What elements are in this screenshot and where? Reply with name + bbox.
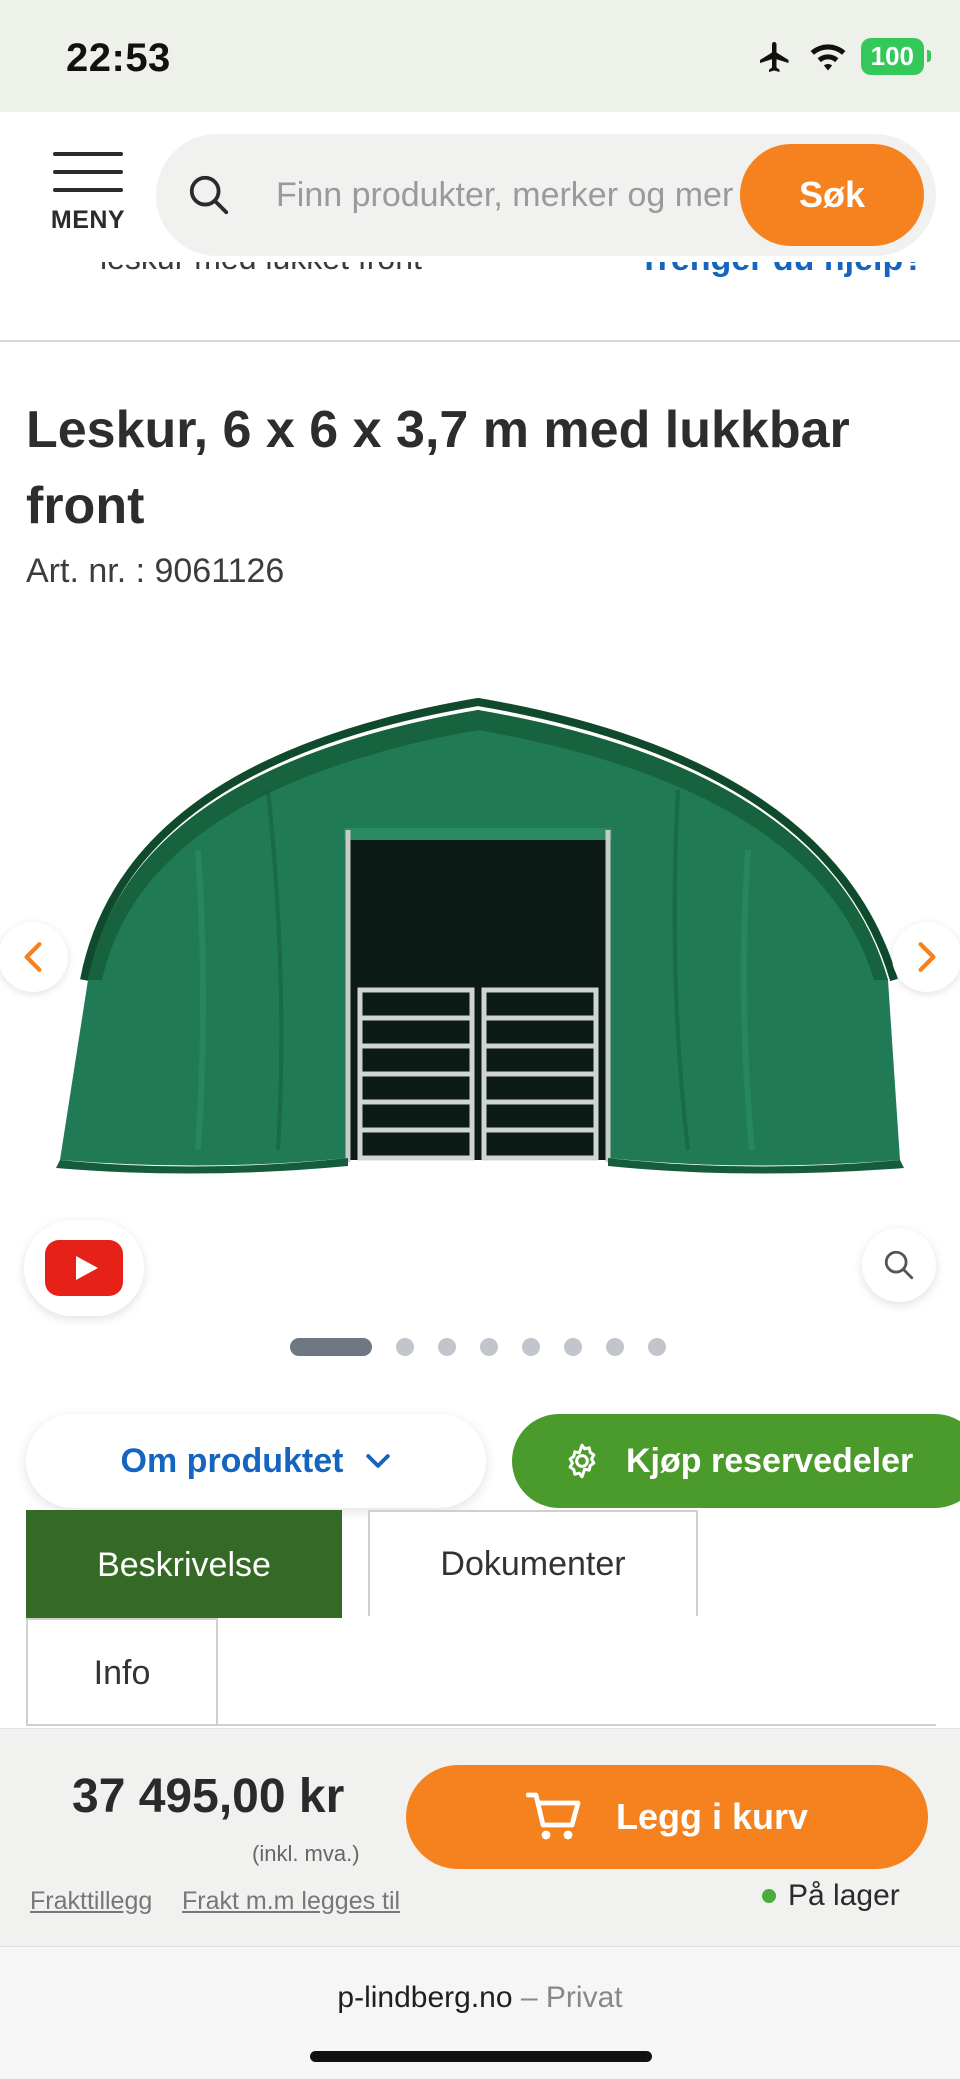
browser-url-bar[interactable]: p-lindberg.no – Privat [0, 1946, 960, 2079]
search-input[interactable] [276, 162, 796, 228]
freight-info-link[interactable]: Frakt m.m legges til [182, 1887, 400, 1916]
wifi-icon [810, 43, 846, 70]
vat-note: (inkl. mva.) [252, 1841, 360, 1866]
home-indicator [310, 2051, 652, 2062]
menu-button[interactable]: MENY [48, 152, 128, 242]
chevron-left-icon [24, 942, 42, 972]
gallery-dot-3[interactable] [438, 1338, 456, 1356]
tab-documents[interactable]: Dokumenter [368, 1510, 698, 1616]
gallery-dot-2[interactable] [396, 1338, 414, 1356]
youtube-icon [45, 1240, 123, 1296]
product-title: Leskur, 6 x 6 x 3,7 m med lukkbar front [26, 401, 850, 535]
airplane-icon [759, 41, 789, 72]
add-to-cart-label: Legg i kurv [615, 1796, 809, 1837]
gallery-dot-1[interactable] [290, 1338, 372, 1356]
breadcrumb-strip: leskur med lukket front Trenger du hjelp… [0, 262, 960, 342]
about-product-button[interactable]: Om produktet [26, 1414, 486, 1508]
freight-surcharge-link[interactable]: Frakttillegg [30, 1887, 152, 1916]
product-gallery [0, 660, 960, 1320]
battery-indicator: 100 [860, 38, 932, 75]
gallery-dot-8[interactable] [648, 1338, 666, 1356]
tab-info[interactable]: Info [26, 1618, 218, 1726]
gallery-dot-5[interactable] [522, 1338, 540, 1356]
chevron-down-icon [366, 1454, 391, 1468]
gear-icon [568, 1443, 596, 1479]
gallery-dots [290, 1338, 666, 1356]
in-stock-dot-icon [762, 1889, 776, 1903]
cart-icon [525, 1792, 581, 1840]
gallery-next-button[interactable] [892, 922, 960, 992]
status-icons: 100 [755, 38, 932, 75]
about-product-label: Om produktet [120, 1441, 344, 1480]
article-number: Art. nr. : 9061126 [26, 552, 285, 590]
hamburger-icon-line [53, 170, 123, 174]
gallery-dot-6[interactable] [564, 1338, 582, 1356]
buy-bar: 37 495,00 kr (inkl. mva.) Frakttillegg F… [0, 1728, 960, 1946]
search-button[interactable]: Søk [740, 144, 924, 246]
search-box: Søk [156, 134, 936, 256]
price: 37 495,00 kr [72, 1770, 345, 1823]
site-header: MENY Søk [0, 112, 960, 262]
search-icon [884, 1250, 914, 1280]
gallery-prev-button[interactable] [0, 922, 68, 992]
tab-description[interactable]: Beskrivelse [26, 1510, 342, 1618]
add-to-cart-button[interactable]: Legg i kurv [406, 1765, 928, 1869]
status-bar: 22:53 100 [0, 0, 960, 112]
gallery-dot-7[interactable] [606, 1338, 624, 1356]
buy-spare-parts-button[interactable]: Kjøp reservedeler [512, 1414, 960, 1508]
url-domain: p-lindberg.no [337, 1981, 513, 2014]
gallery-dot-4[interactable] [480, 1338, 498, 1356]
breadcrumb[interactable]: leskur med lukket front [100, 262, 422, 277]
status-time: 22:53 [66, 36, 171, 80]
url-text: p-lindberg.no – Privat [0, 1981, 960, 2015]
search-icon [189, 175, 229, 215]
tab-divider [26, 1724, 936, 1726]
youtube-video-button[interactable] [24, 1220, 144, 1316]
buy-spare-parts-label: Kjøp reservedeler [626, 1441, 914, 1480]
hamburger-icon [53, 152, 123, 156]
chevron-right-icon [918, 942, 936, 972]
product-image[interactable] [48, 680, 908, 1200]
url-separator: – [520, 1981, 538, 2014]
hamburger-icon-line [53, 188, 123, 192]
menu-label: MENY [50, 206, 126, 234]
zoom-button[interactable] [862, 1228, 936, 1302]
help-link[interactable]: Trenger du hjelp? [639, 262, 924, 279]
url-subtitle: Privat [545, 1981, 623, 2014]
stock-label: På lager [788, 1879, 900, 1912]
stock-status: På lager [762, 1879, 900, 1913]
